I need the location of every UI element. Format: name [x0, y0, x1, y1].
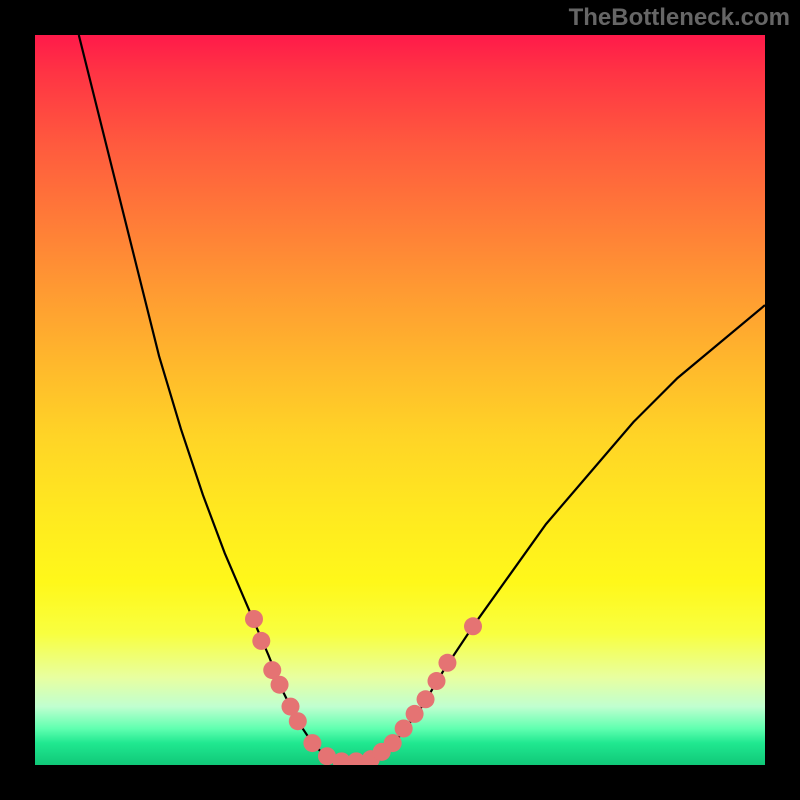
marker-point — [271, 676, 289, 694]
bottleneck-curve — [79, 35, 765, 763]
chart-overlay — [35, 35, 765, 765]
highlight-markers — [245, 610, 482, 765]
marker-point — [252, 632, 270, 650]
watermark-text: TheBottleneck.com — [569, 4, 790, 32]
marker-point — [464, 617, 482, 635]
marker-point — [406, 705, 424, 723]
marker-point — [289, 712, 307, 730]
plot-area — [35, 35, 765, 765]
marker-point — [245, 610, 263, 628]
marker-point — [417, 690, 435, 708]
marker-point — [395, 720, 413, 738]
marker-point — [303, 734, 321, 752]
marker-point — [428, 672, 446, 690]
marker-point — [438, 654, 456, 672]
marker-point — [384, 734, 402, 752]
